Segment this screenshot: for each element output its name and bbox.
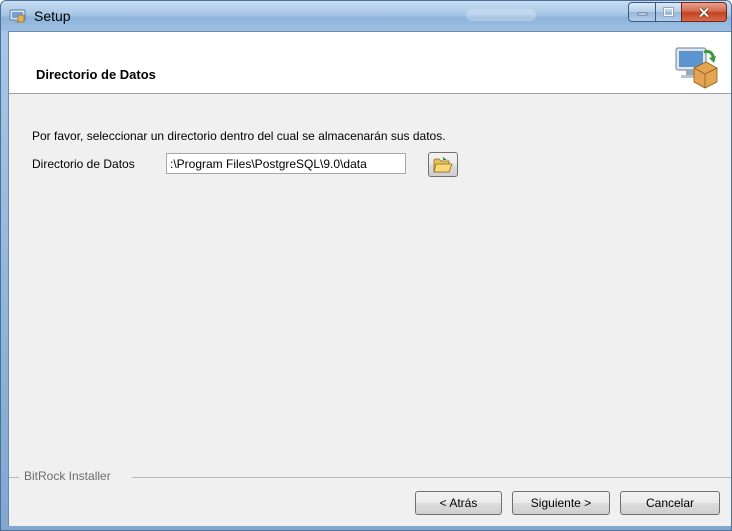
maximize-icon <box>663 7 674 17</box>
page-header: Directorio de Datos <box>9 32 731 94</box>
back-button[interactable]: < Atrás <box>415 491 502 515</box>
close-button[interactable] <box>681 2 727 22</box>
close-icon <box>698 6 710 18</box>
setup-window: Setup Directorio de Datos Por favor, sel… <box>0 0 732 531</box>
instruction-text: Por favor, seleccionar un directorio den… <box>32 129 446 143</box>
title-bar-glare <box>466 9 536 21</box>
next-button[interactable]: Siguiente > <box>512 491 610 515</box>
installer-computer-box-icon <box>675 47 718 89</box>
footer-divider-left <box>9 477 19 478</box>
title-bar[interactable]: Setup <box>1 1 731 31</box>
installer-brand-label: BitRock Installer <box>21 469 114 483</box>
maximize-button[interactable] <box>655 2 681 22</box>
cancel-button[interactable]: Cancelar <box>620 491 720 515</box>
minimize-button[interactable] <box>628 2 655 22</box>
caption-buttons <box>628 2 727 22</box>
footer-divider-right <box>132 477 731 478</box>
folder-open-icon <box>433 156 453 172</box>
setup-icon <box>9 9 26 23</box>
minimize-icon <box>637 12 647 16</box>
data-directory-label: Directorio de Datos <box>32 157 135 171</box>
data-directory-input[interactable] <box>166 153 406 174</box>
window-title: Setup <box>34 8 71 24</box>
browse-folder-button[interactable] <box>428 152 458 177</box>
content-panel: Directorio de Datos Por favor, seleccion… <box>8 31 731 526</box>
page-title: Directorio de Datos <box>36 67 156 82</box>
